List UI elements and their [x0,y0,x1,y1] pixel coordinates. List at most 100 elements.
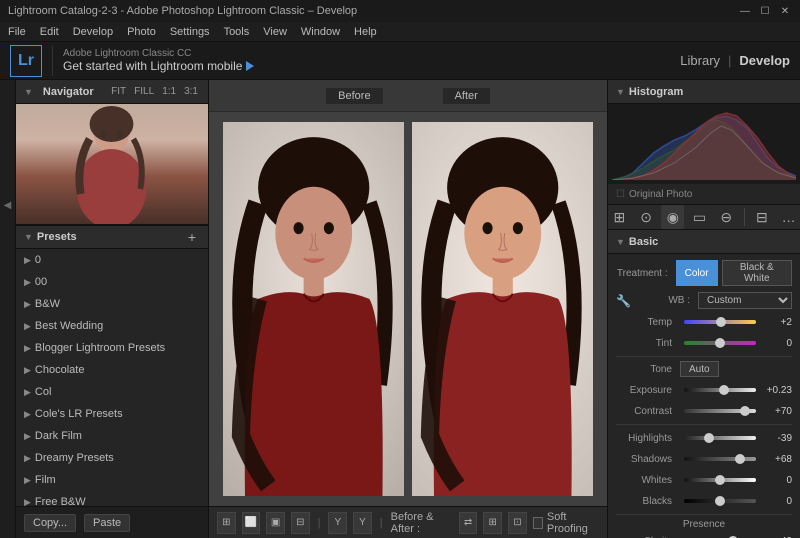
wb-dropdown[interactable]: Custom As Shot Auto Daylight [698,292,792,309]
presets-collapse-icon[interactable]: ▼ [24,232,33,242]
color-button[interactable]: Color [676,260,718,286]
highlights-slider-row: Highlights -39 [616,429,792,447]
window-controls[interactable]: — ☐ ✕ [738,4,792,18]
wb-label: WB : [634,295,698,306]
presets-add-button[interactable]: + [184,229,200,245]
soft-proof-checkbox[interactable] [533,517,543,529]
list-item[interactable]: ▶Best Wedding [16,315,208,337]
center-bottom-toolbar: ⊞ ⬜ ▣ ⊟ | Y Y | Before & After : ⇄ ⊞ ⊡ S… [209,506,607,538]
paste-button[interactable]: Paste [84,514,130,532]
blacks-track[interactable] [684,499,756,503]
copy-button[interactable]: Copy... [24,514,76,532]
blacks-thumb[interactable] [715,496,725,506]
navigator-header: ▼ Navigator FIT FILL 1:1 3:1 [16,80,208,104]
eyedropper-icon[interactable]: 🔧 [616,294,630,308]
list-item[interactable]: ▶Blogger Lightroom Presets [16,337,208,359]
loupe-view-button[interactable]: ⬜ [242,512,261,534]
nav-1to1[interactable]: 1:1 [160,85,178,98]
swap-button[interactable]: ⇄ [459,512,478,534]
nav-develop[interactable]: Develop [739,53,790,68]
exposure-thumb[interactable] [719,385,729,395]
contrast-thumb[interactable] [740,406,750,416]
list-item[interactable]: ▶Chocolate [16,359,208,381]
radial-filter-tool[interactable]: ⊖ [715,205,738,229]
tint-track[interactable] [684,341,756,345]
exposure-label: Exposure [616,385,680,396]
list-item[interactable]: ▶Film [16,469,208,491]
temp-thumb[interactable] [716,317,726,327]
soft-proof-label: Soft Proofing [547,511,599,535]
graduated-filter-tool[interactable]: ▭ [688,205,711,229]
grid-view-button[interactable]: ⊞ [217,512,236,534]
nav-3to1[interactable]: 3:1 [182,85,200,98]
before-photo[interactable] [223,122,404,496]
temp-track[interactable] [684,320,756,324]
highlights-track[interactable] [684,436,756,440]
after-photo[interactable] [412,122,593,496]
contrast-value: +70 [760,406,792,417]
navigator-panel: ▼ Navigator FIT FILL 1:1 3:1 [16,80,208,225]
copy-settings-button[interactable]: ⊞ [483,512,502,534]
more-tools[interactable]: … [777,205,800,229]
toggle-button[interactable]: ⊡ [508,512,527,534]
list-item[interactable]: ▶Free B&W [16,491,208,506]
menu-develop[interactable]: Develop [73,26,113,38]
adjustment-brush-tool[interactable]: ⊟ [751,205,774,229]
whites-thumb[interactable] [715,475,725,485]
shadows-thumb[interactable] [735,454,745,464]
list-item[interactable]: ▶Dark Film [16,425,208,447]
contrast-label: Contrast [616,406,680,417]
left-panel: ▼ Navigator FIT FILL 1:1 3:1 [16,80,209,538]
menu-help[interactable]: Help [354,26,377,38]
menu-tools[interactable]: Tools [224,26,250,38]
exposure-track[interactable] [684,388,756,392]
bw-button[interactable]: Black & White [722,260,792,286]
menu-settings[interactable]: Settings [170,26,210,38]
contrast-track[interactable] [684,409,756,413]
crop-tool[interactable]: ⊞ [608,205,631,229]
list-item[interactable]: ▶Cole's LR Presets [16,403,208,425]
menu-window[interactable]: Window [301,26,340,38]
shadows-value: +68 [760,454,792,465]
nav-fit[interactable]: FIT [109,85,128,98]
close-button[interactable]: ✕ [778,4,792,18]
histogram-collapse-icon[interactable]: ▼ [616,87,625,97]
list-item[interactable]: ▶Dreamy Presets [16,447,208,469]
spot-removal-tool[interactable]: ⊙ [635,205,658,229]
whites-track[interactable] [684,478,756,482]
contrast-slider-row: Contrast +70 [616,402,792,420]
survey-view-button[interactable]: ⊟ [291,512,310,534]
histogram-panel: ▼ Histogram [608,80,800,205]
compare-view-button[interactable]: ▣ [266,512,285,534]
histogram-chart [608,104,800,184]
presets-panel: ▼ Presets + ▶0 ▶00 ▶B&W ▶Best Wedding ▶B… [16,225,208,506]
photos-area[interactable] [209,112,607,506]
menu-photo[interactable]: Photo [127,26,156,38]
list-item[interactable]: ▶B&W [16,293,208,315]
soft-proofing-toggle[interactable]: Soft Proofing [533,511,599,535]
nav-library[interactable]: Library [680,53,720,68]
blacks-slider-row: Blacks 0 [616,492,792,510]
sep1: | [318,517,321,529]
navigator-preview [16,104,208,224]
get-started[interactable]: Get started with Lightroom mobile [63,59,680,73]
yy-view-button[interactable]: Y [353,512,372,534]
list-item[interactable]: ▶Col [16,381,208,403]
menu-file[interactable]: File [8,26,26,38]
list-item[interactable]: ▶00 [16,271,208,293]
minimize-button[interactable]: — [738,4,752,18]
red-eye-tool[interactable]: ◉ [661,205,684,229]
y-view-button[interactable]: Y [328,512,347,534]
menu-view[interactable]: View [263,26,287,38]
highlights-thumb[interactable] [704,433,714,443]
basic-collapse-icon[interactable]: ▼ [616,237,625,247]
maximize-button[interactable]: ☐ [758,4,772,18]
shadows-track[interactable] [684,457,756,461]
menu-edit[interactable]: Edit [40,26,59,38]
tint-thumb[interactable] [715,338,725,348]
auto-button[interactable]: Auto [680,361,719,377]
navigator-collapse-icon[interactable]: ▼ [24,87,33,97]
left-edge-arrow[interactable]: ◀ [2,200,13,211]
nav-fill[interactable]: FILL [132,85,156,98]
list-item[interactable]: ▶0 [16,249,208,271]
